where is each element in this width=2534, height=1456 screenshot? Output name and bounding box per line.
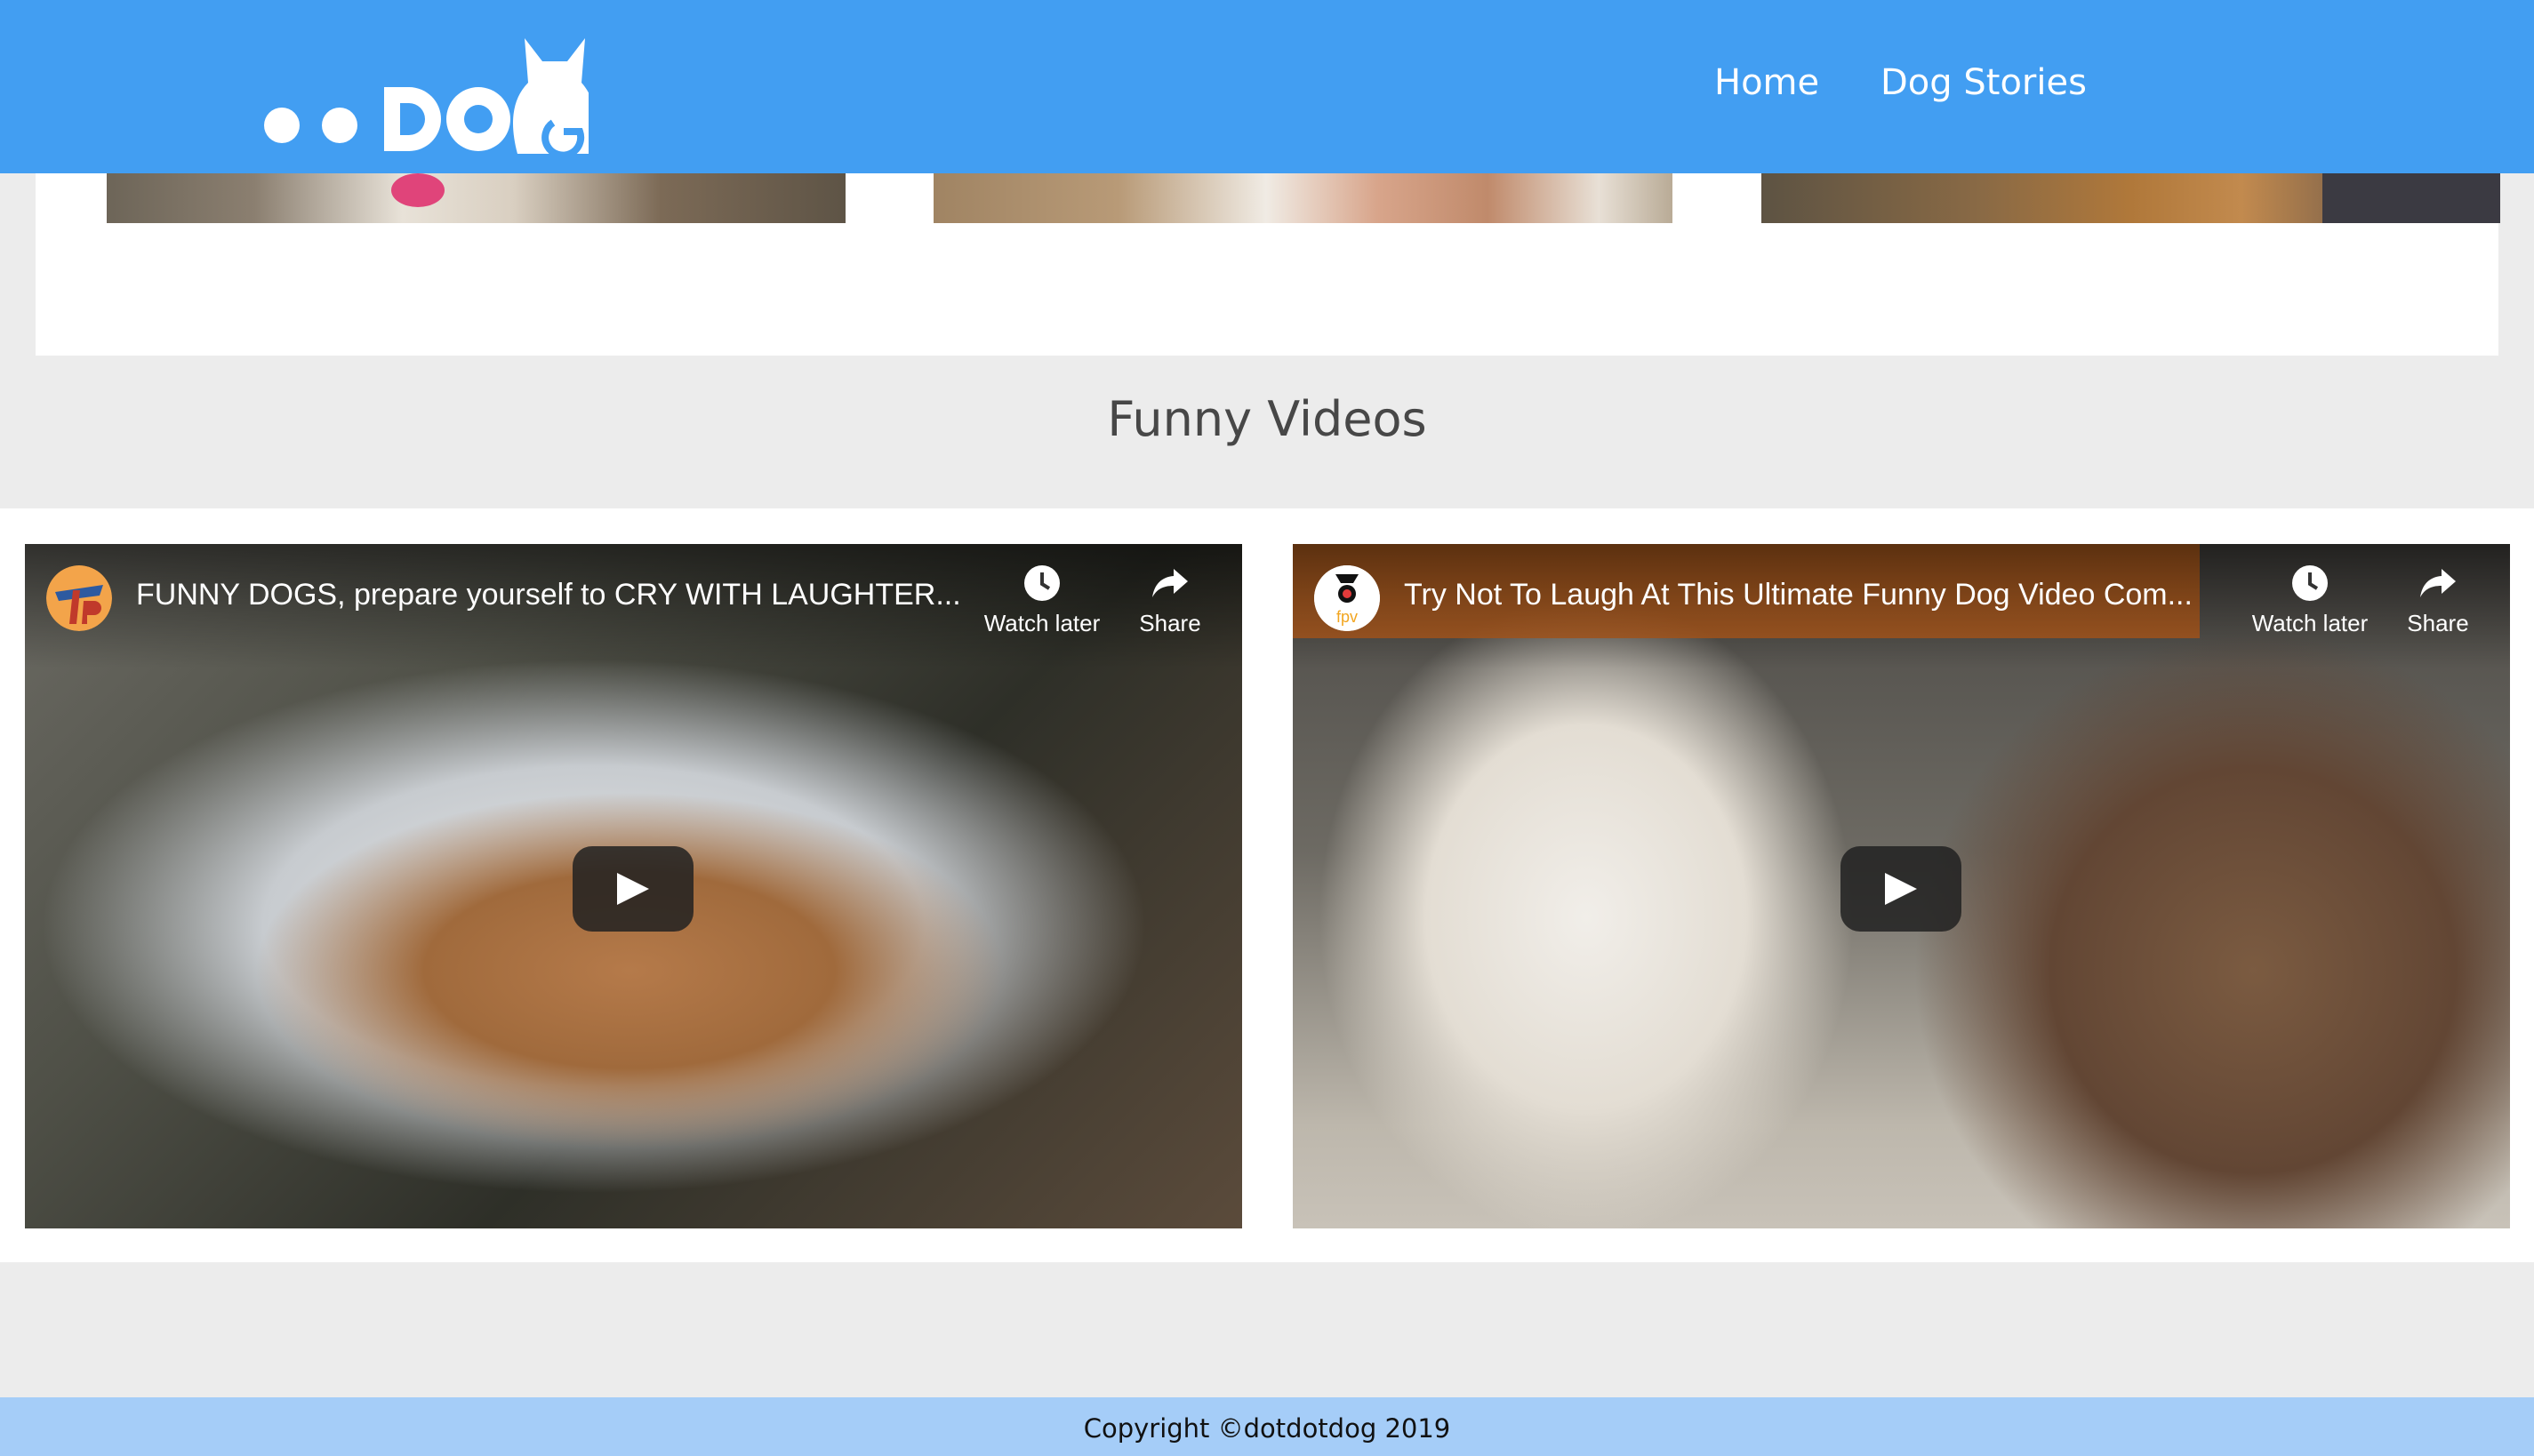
toy-shape <box>391 173 445 207</box>
watch-later-button[interactable]: Watch later <box>971 564 1113 637</box>
watch-later-button[interactable]: Watch later <box>2239 564 2381 637</box>
share-icon <box>1152 569 1188 597</box>
copyright-text: Copyright ©dotdotdog 2019 <box>1083 1413 1451 1444</box>
site-footer: Copyright ©dotdotdog 2019 <box>0 1397 2534 1456</box>
site-header: Home Dog Stories <box>0 0 2534 173</box>
share-label: Share <box>2407 610 2469 636</box>
share-button[interactable]: Share <box>1126 564 1215 637</box>
video-embed-2[interactable]: fpv Try Not To Laugh At This Ultimate Fu… <box>1293 544 2510 1228</box>
play-button[interactable] <box>1840 846 1961 932</box>
share-button[interactable]: Share <box>2394 564 2482 637</box>
gallery-thumbnail-3[interactable] <box>1761 169 2500 223</box>
fpv-channel-label: fpv <box>1336 608 1358 626</box>
play-icon <box>617 873 649 905</box>
play-button[interactable] <box>573 846 694 932</box>
share-label: Share <box>1139 610 1201 636</box>
watch-later-label: Watch later <box>983 610 1101 636</box>
watch-later-label: Watch later <box>2251 610 2369 636</box>
video-title[interactable]: Try Not To Laugh At This Ultimate Funny … <box>1404 578 2231 612</box>
nav-home-link[interactable]: Home <box>1714 62 1819 103</box>
site-logo[interactable] <box>260 25 589 154</box>
clock-icon <box>1024 565 1060 601</box>
nav-dog-stories-link[interactable]: Dog Stories <box>1880 62 2087 103</box>
video-title[interactable]: FUNNY DOGS, prepare yourself to CRY WITH… <box>136 578 963 612</box>
gallery-thumbnail-2[interactable] <box>934 169 1672 223</box>
clock-icon <box>2292 565 2328 601</box>
gallery-thumbnail-1[interactable] <box>107 169 846 223</box>
share-icon <box>2420 569 2456 597</box>
videos-panel: FUNNY DOGS, prepare yourself to CRY WITH… <box>0 508 2534 1262</box>
video-embed-1[interactable]: FUNNY DOGS, prepare yourself to CRY WITH… <box>25 544 1242 1228</box>
fpv-channel-icon[interactable]: fpv <box>1314 565 1380 631</box>
play-icon <box>1885 873 1917 905</box>
tp-channel-icon[interactable] <box>46 565 112 631</box>
section-title: Funny Videos <box>1107 391 1427 447</box>
